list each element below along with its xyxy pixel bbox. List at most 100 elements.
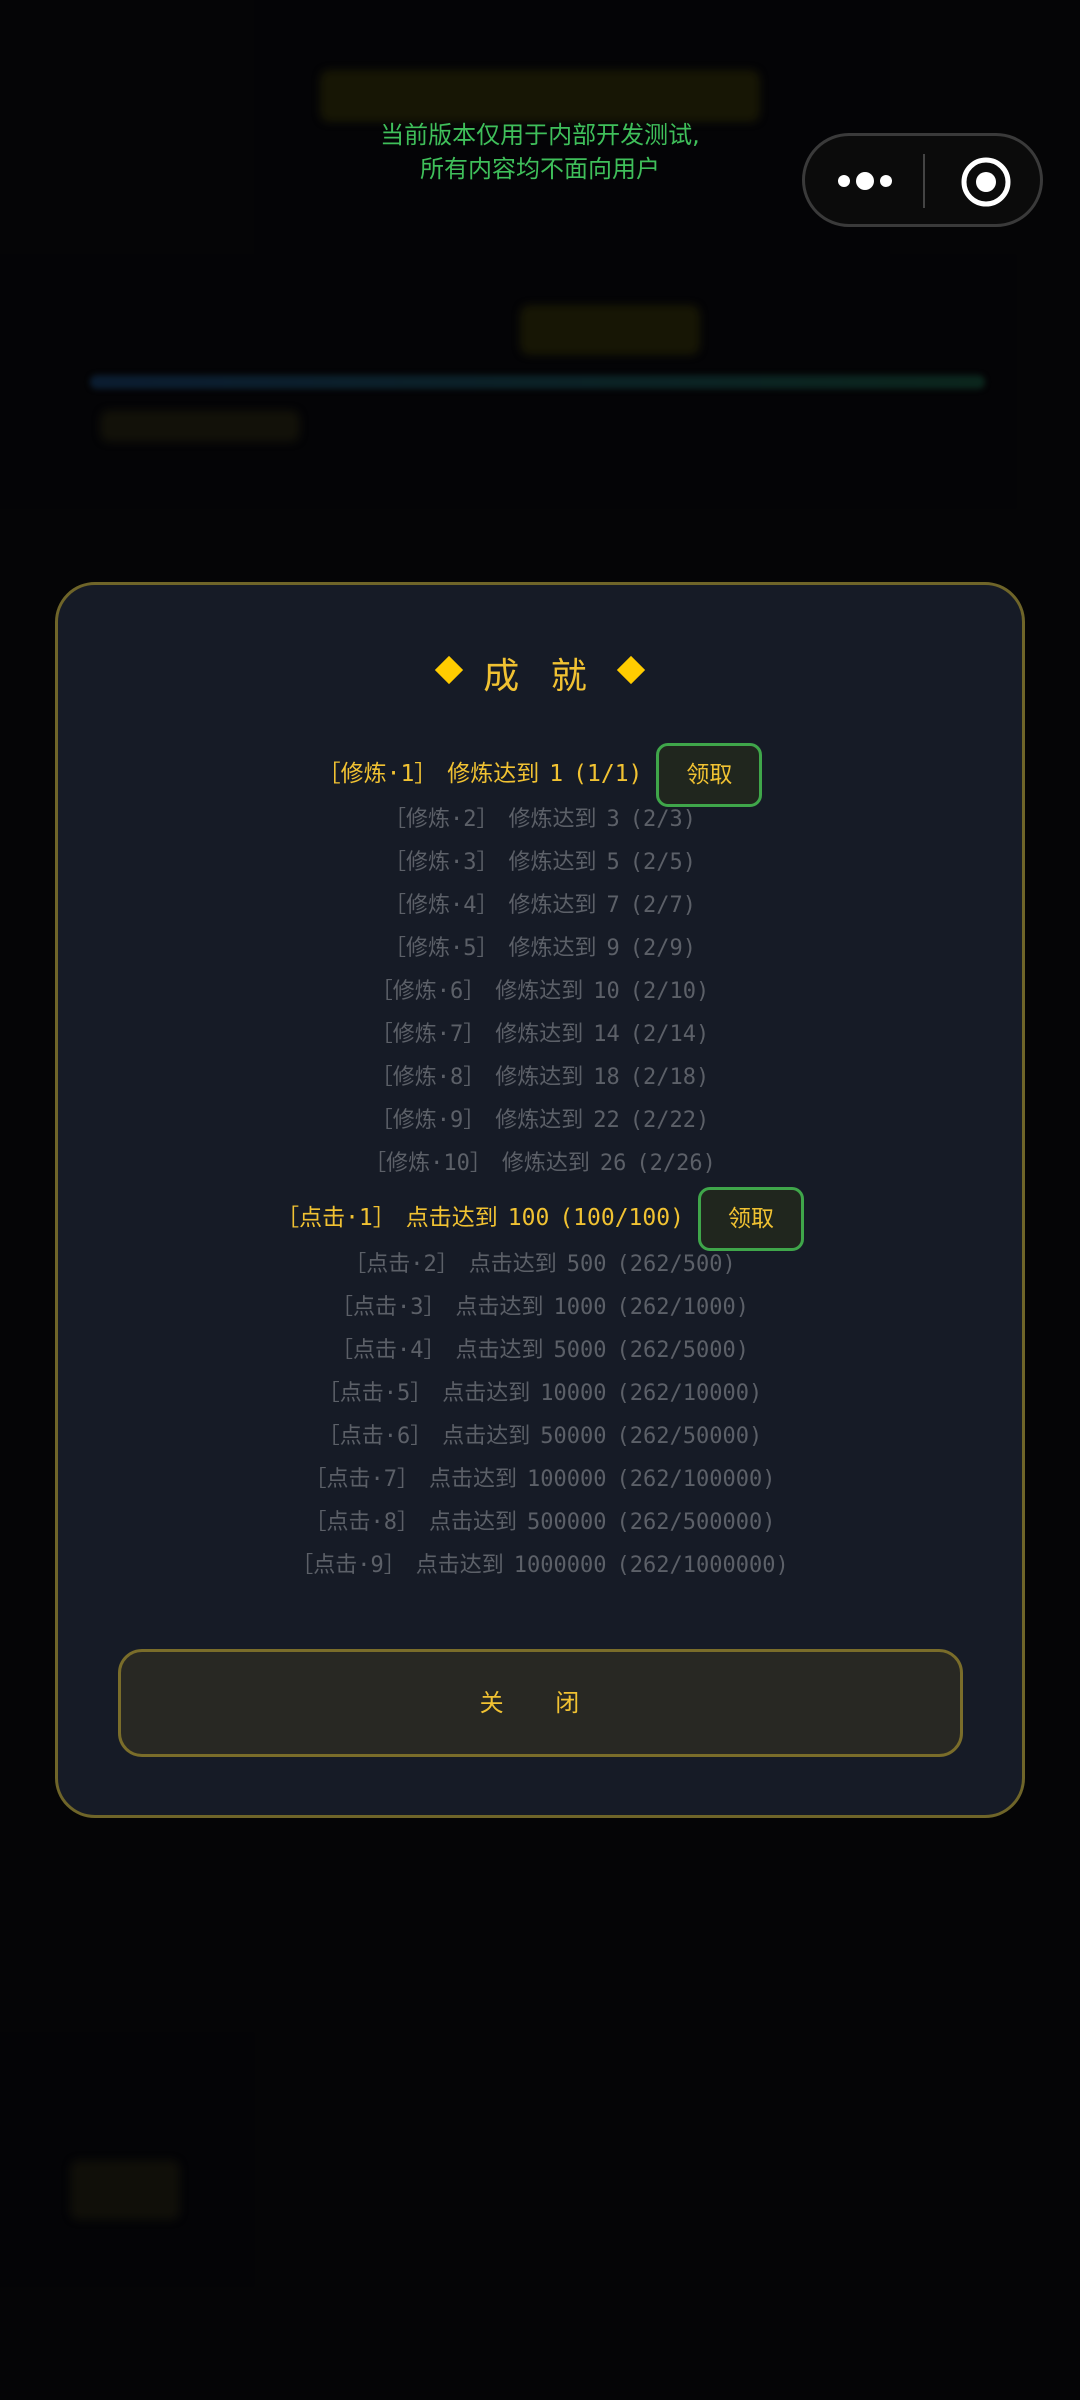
achievement-progress: (100/100) [559, 1205, 684, 1231]
achievement-target: 500000 [527, 1510, 607, 1535]
achievement-target: 100 [507, 1205, 550, 1231]
achievement-tag: ［修炼·4］ [384, 893, 499, 918]
achievement-target: 1 [549, 761, 564, 787]
achievement-progress: (262/500) [616, 1252, 736, 1277]
achievement-target: 50000 [540, 1424, 607, 1449]
achievement-row: ［修炼·8］ 修炼达到 18 (2/18) [58, 1060, 1022, 1096]
achievement-row: ［修炼·9］ 修炼达到 22 (2/22) [58, 1103, 1022, 1139]
achievement-progress: (1/1) [573, 761, 643, 787]
claim-button[interactable]: 领取 [656, 742, 763, 807]
capsule-divider [923, 154, 925, 208]
achievement-desc: 修炼达到 [447, 761, 540, 787]
achievement-target: 1000000 [513, 1553, 607, 1578]
achievement-row: ［点击·5］ 点击达到 10000 (262/10000) [58, 1376, 1022, 1412]
achievement-tag: ［点击·7］ [304, 1467, 420, 1492]
achievement-row: ［点击·9］ 点击达到 1000000 (262/1000000) [58, 1548, 1022, 1584]
achievement-tag: ［点击·3］ [331, 1295, 446, 1320]
achievement-tag: ［点击·2］ [344, 1252, 459, 1277]
background-progress-bar [90, 375, 985, 389]
achievement-progress: (2/22) [629, 1108, 710, 1133]
achievement-desc: 修炼达到 [495, 1065, 584, 1090]
achievement-desc: 点击达到 [455, 1338, 544, 1363]
achievement-row: ［点击·7］ 点击达到 100000 (262/100000) [58, 1462, 1022, 1498]
achievement-target: 100000 [527, 1467, 607, 1492]
achievement-tag: ［点击·1］ [276, 1205, 396, 1231]
achievement-desc: 点击达到 [405, 1205, 498, 1231]
achievement-progress: (262/1000) [616, 1295, 749, 1320]
background-title-blur [320, 70, 760, 122]
achievement-desc: 点击达到 [429, 1510, 518, 1535]
achievement-row: ［修炼·7］ 修炼达到 14 (2/14) [58, 1017, 1022, 1053]
modal-title-text: 成 就 [483, 656, 597, 697]
achievement-row: ［点击·4］ 点击达到 5000 (262/5000) [58, 1333, 1022, 1369]
achievement-row: ［点击·3］ 点击达到 1000 (262/1000) [58, 1290, 1022, 1326]
close-button[interactable]: 关 闭 [118, 1649, 963, 1757]
dev-notice-line-1: 当前版本仅用于内部开发测试, [380, 121, 700, 149]
achievement-target: 500 [566, 1252, 607, 1277]
achievement-target: 5000 [553, 1338, 607, 1363]
achievement-desc: 修炼达到 [501, 1151, 590, 1176]
achievement-tag: ［点击·5］ [317, 1381, 433, 1406]
achievement-target: 9 [606, 936, 620, 961]
achievement-row: ［点击·6］ 点击达到 50000 (262/50000) [58, 1419, 1022, 1455]
achievement-tag: ［点击·9］ [291, 1553, 406, 1578]
achievement-tag: ［点击·6］ [317, 1424, 433, 1449]
achievement-tag: ［修炼·7］ [370, 1022, 486, 1047]
achievement-progress: (2/18) [629, 1065, 710, 1090]
achievement-target: 1000 [553, 1295, 607, 1320]
modal-title: 成 就 [58, 647, 1022, 699]
achievement-row: ［修炼·6］ 修炼达到 10 (2/10) [58, 974, 1022, 1010]
achievement-progress: (2/26) [636, 1151, 716, 1176]
achievement-tag: ［点击·8］ [304, 1510, 420, 1535]
achievement-row: ［修炼·2］ 修炼达到 3 (2/3) [58, 802, 1022, 838]
achievement-tag: ［点击·4］ [331, 1338, 446, 1363]
achievement-target: 26 [599, 1151, 627, 1176]
achievement-row: ［修炼·10］ 修炼达到 26 (2/26) [58, 1146, 1022, 1182]
achievement-row: ［点击·1］ 点击达到 100 (100/100) 领取 [58, 1186, 1022, 1251]
diamond-icon [616, 655, 645, 685]
achievement-progress: (262/1000000) [616, 1553, 789, 1578]
achievement-target: 5 [606, 850, 620, 875]
dev-notice-line-2: 所有内容均不面向用户 [420, 155, 660, 183]
achievement-progress: (2/7) [629, 893, 696, 918]
achievement-tag: ［修炼·8］ [370, 1065, 486, 1090]
achievement-desc: 点击达到 [415, 1553, 504, 1578]
background-tab-blur [70, 2160, 180, 2220]
achievement-desc: 修炼达到 [495, 1108, 584, 1133]
achievement-progress: (2/3) [629, 807, 696, 832]
achievement-row: ［修炼·4］ 修炼达到 7 (2/7) [58, 888, 1022, 924]
achievement-progress: (262/10000) [616, 1381, 763, 1406]
background-status-blur [100, 410, 300, 442]
achievement-progress: (262/500000) [616, 1510, 776, 1535]
achievement-row: ［点击·8］ 点击达到 500000 (262/500000) [58, 1505, 1022, 1541]
achievement-desc: 修炼达到 [508, 850, 597, 875]
dev-test-notice: 当前版本仅用于内部开发测试, 所有内容均不面向用户 [300, 118, 780, 186]
achievement-target: 22 [593, 1108, 620, 1133]
achievement-target: 14 [593, 1022, 620, 1047]
achievement-row: ［修炼·1］ 修炼达到 1 (1/1) 领取 [58, 742, 1022, 807]
achievement-progress: (262/50000) [616, 1424, 763, 1449]
achievement-tag: ［修炼·1］ [317, 761, 438, 787]
achievement-desc: 点击达到 [442, 1424, 531, 1449]
achievement-target: 18 [593, 1065, 620, 1090]
background-badge-blur [520, 305, 700, 355]
target-circle-icon[interactable] [960, 156, 1012, 208]
achievement-tag: ［修炼·6］ [370, 979, 486, 1004]
achievement-tag: ［修炼·3］ [384, 850, 499, 875]
achievement-desc: 修炼达到 [508, 893, 597, 918]
achievement-tag: ［修炼·5］ [384, 936, 499, 961]
achievement-tag: ［修炼·10］ [364, 1151, 492, 1176]
achievement-tag: ［修炼·2］ [384, 807, 499, 832]
achievement-desc: 点击达到 [455, 1295, 544, 1320]
achievement-target: 10 [593, 979, 620, 1004]
achievements-modal: 成 就 ［修炼·1］ 修炼达到 1 (1/1) 领取 ［修炼·2］ 修炼达到 3 (2/3) ［修… [55, 582, 1025, 1818]
achievement-desc: 修炼达到 [508, 807, 597, 832]
diamond-icon [435, 655, 464, 685]
achievement-row: ［点击·2］ 点击达到 500 (262/500) [58, 1247, 1022, 1283]
more-dots-icon[interactable] [833, 160, 897, 202]
miniprogram-capsule [802, 133, 1043, 227]
claim-button[interactable]: 领取 [697, 1186, 804, 1251]
achievement-target: 10000 [540, 1381, 607, 1406]
achievement-target: 7 [606, 893, 620, 918]
achievement-desc: 点击达到 [429, 1467, 518, 1492]
